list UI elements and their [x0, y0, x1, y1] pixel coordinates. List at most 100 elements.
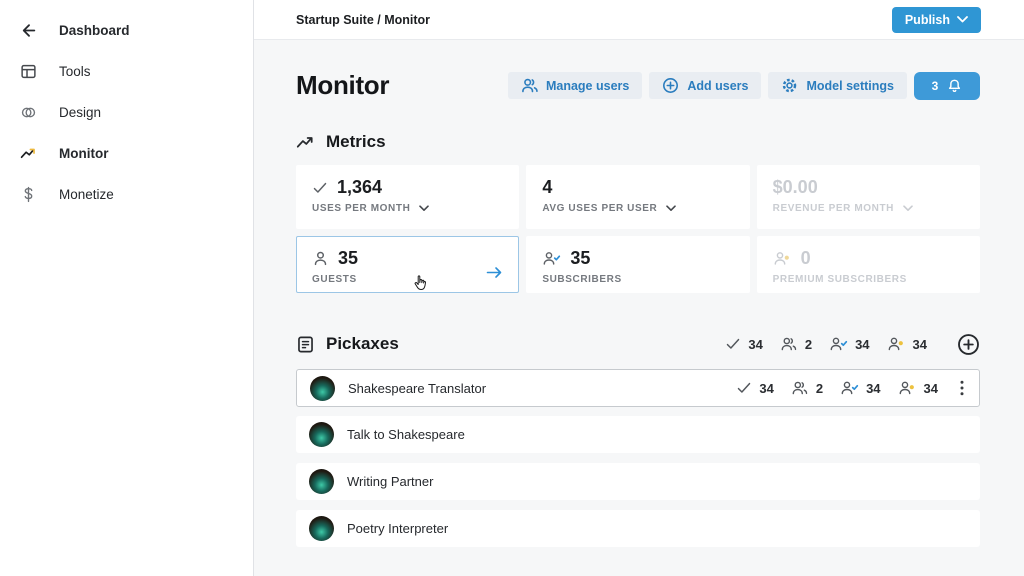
app-window: Dashboard Tools Design Monitor Monetize — [0, 0, 1024, 576]
metrics-trend-icon — [296, 133, 315, 152]
person-badge-icon — [887, 336, 906, 352]
person-icon — [312, 250, 329, 267]
add-users-button[interactable]: Add users — [649, 72, 761, 99]
breadcrumb: Startup Suite / Monitor — [296, 13, 430, 27]
pickaxes-summary-stats: 34 2 34 34 — [725, 332, 980, 356]
metric-value: $0.00 — [773, 177, 818, 198]
chevron-down-icon[interactable] — [903, 205, 913, 212]
pickaxe-list: Shakespeare Translator 34 2 34 — [296, 369, 980, 547]
row-premium: 34 — [898, 380, 938, 396]
metric-value: 35 — [338, 248, 358, 269]
pickaxes-doc-icon — [296, 335, 315, 354]
metric-label: REVENUE PER MONTH — [773, 203, 894, 214]
topbar: Startup Suite / Monitor Publish — [254, 0, 1024, 40]
metric-card-guests[interactable]: 35 GUESTS — [296, 236, 519, 293]
row-menu-button[interactable] — [958, 378, 966, 398]
metric-label: USES PER MONTH — [312, 203, 410, 214]
sidebar-item-tools[interactable]: Tools — [0, 51, 253, 92]
metric-card-premium-subscribers: 0 PREMIUM SUBSCRIBERS — [757, 236, 980, 293]
manage-users-label: Manage users — [546, 79, 629, 93]
person-check-icon — [840, 380, 859, 396]
layout-icon — [19, 63, 37, 81]
metric-label: GUESTS — [312, 274, 357, 285]
summary-uses: 34 — [725, 336, 762, 352]
main-column: Startup Suite / Monitor Publish Monitor … — [254, 0, 1024, 576]
row-subscribers-value: 34 — [866, 381, 880, 396]
content-area: Monitor Manage users Add users Model set… — [254, 40, 1024, 576]
summary-subscribers-value: 34 — [855, 337, 869, 352]
row-active-users: 2 — [791, 380, 823, 396]
pickaxe-row[interactable]: Talk to Shakespeare — [296, 416, 980, 453]
chevron-down-icon[interactable] — [666, 205, 676, 212]
metric-value: 0 — [801, 248, 811, 269]
gear-icon — [781, 77, 798, 94]
manage-users-button[interactable]: Manage users — [508, 72, 642, 99]
metric-card-subscribers: 35 SUBSCRIBERS — [526, 236, 749, 293]
pickaxe-avatar — [309, 422, 334, 447]
sidebar-item-monetize[interactable]: Monetize — [0, 174, 253, 215]
add-pickaxe-button[interactable] — [956, 332, 980, 356]
check-icon — [725, 336, 741, 352]
summary-premium: 34 — [887, 336, 927, 352]
metric-card-avg-uses: 4 AVG USES PER USER — [526, 165, 749, 229]
plus-circle-icon — [957, 333, 980, 356]
person-check-icon — [829, 336, 848, 352]
summary-active-users: 2 — [780, 336, 812, 352]
pickaxe-row[interactable]: Poetry Interpreter — [296, 510, 980, 547]
add-users-label: Add users — [687, 79, 748, 93]
pickaxe-name: Talk to Shakespeare — [347, 427, 465, 442]
notifications-button[interactable]: 3 — [914, 72, 980, 100]
sidebar-item-label: Design — [59, 105, 101, 120]
metrics-section-title: Metrics — [326, 132, 386, 152]
action-bar: Manage users Add users Model settings 3 — [508, 72, 980, 100]
users-icon — [791, 380, 809, 396]
sidebar-item-design[interactable]: Design — [0, 92, 253, 133]
notification-count: 3 — [932, 79, 939, 93]
row-active-users-value: 2 — [816, 381, 823, 396]
person-check-icon — [542, 250, 561, 267]
person-badge-icon — [773, 250, 792, 267]
sidebar-item-label: Monetize — [59, 187, 114, 202]
pickaxe-row[interactable]: Writing Partner — [296, 463, 980, 500]
back-arrow-icon — [19, 22, 37, 40]
pickaxe-avatar — [309, 469, 334, 494]
pickaxes-section-title: Pickaxes — [326, 334, 399, 354]
check-icon — [312, 180, 328, 196]
summary-active-users-value: 2 — [805, 337, 812, 352]
row-subscribers: 34 — [840, 380, 880, 396]
arrow-right-icon — [486, 266, 503, 279]
summary-uses-value: 34 — [748, 337, 762, 352]
trend-up-icon — [19, 145, 37, 163]
bell-icon — [947, 78, 962, 94]
metric-card-uses-per-month: 1,364 USES PER MONTH — [296, 165, 519, 229]
pickaxe-row[interactable]: Shakespeare Translator 34 2 34 — [296, 369, 980, 407]
row-premium-value: 34 — [924, 381, 938, 396]
metric-label: SUBSCRIBERS — [542, 274, 621, 285]
model-settings-button[interactable]: Model settings — [768, 72, 907, 99]
sidebar-item-monitor[interactable]: Monitor — [0, 133, 253, 174]
row-uses-value: 34 — [759, 381, 773, 396]
page-title: Monitor — [296, 70, 389, 101]
publish-button[interactable]: Publish — [892, 7, 981, 33]
check-icon — [736, 380, 752, 396]
users-icon — [780, 336, 798, 352]
sidebar: Dashboard Tools Design Monitor Monetize — [0, 0, 254, 576]
metric-label: AVG USES PER USER — [542, 203, 657, 214]
dollar-icon — [19, 186, 37, 204]
sidebar-item-label: Tools — [59, 64, 91, 79]
pickaxe-name: Writing Partner — [347, 474, 433, 489]
metric-label: PREMIUM SUBSCRIBERS — [773, 274, 907, 285]
metric-value: 35 — [570, 248, 590, 269]
chevron-down-icon[interactable] — [419, 205, 429, 212]
pickaxe-avatar — [309, 516, 334, 541]
design-rings-icon — [19, 104, 37, 122]
chevron-down-icon — [957, 16, 968, 23]
summary-premium-value: 34 — [913, 337, 927, 352]
sidebar-item-label: Monitor — [59, 146, 109, 161]
sidebar-item-dashboard[interactable]: Dashboard — [0, 10, 253, 51]
pickaxe-name: Shakespeare Translator — [348, 381, 486, 396]
sidebar-item-label: Dashboard — [59, 23, 130, 38]
row-uses: 34 — [736, 380, 773, 396]
metric-card-revenue: $0.00 REVENUE PER MONTH — [757, 165, 980, 229]
pickaxe-name: Poetry Interpreter — [347, 521, 448, 536]
